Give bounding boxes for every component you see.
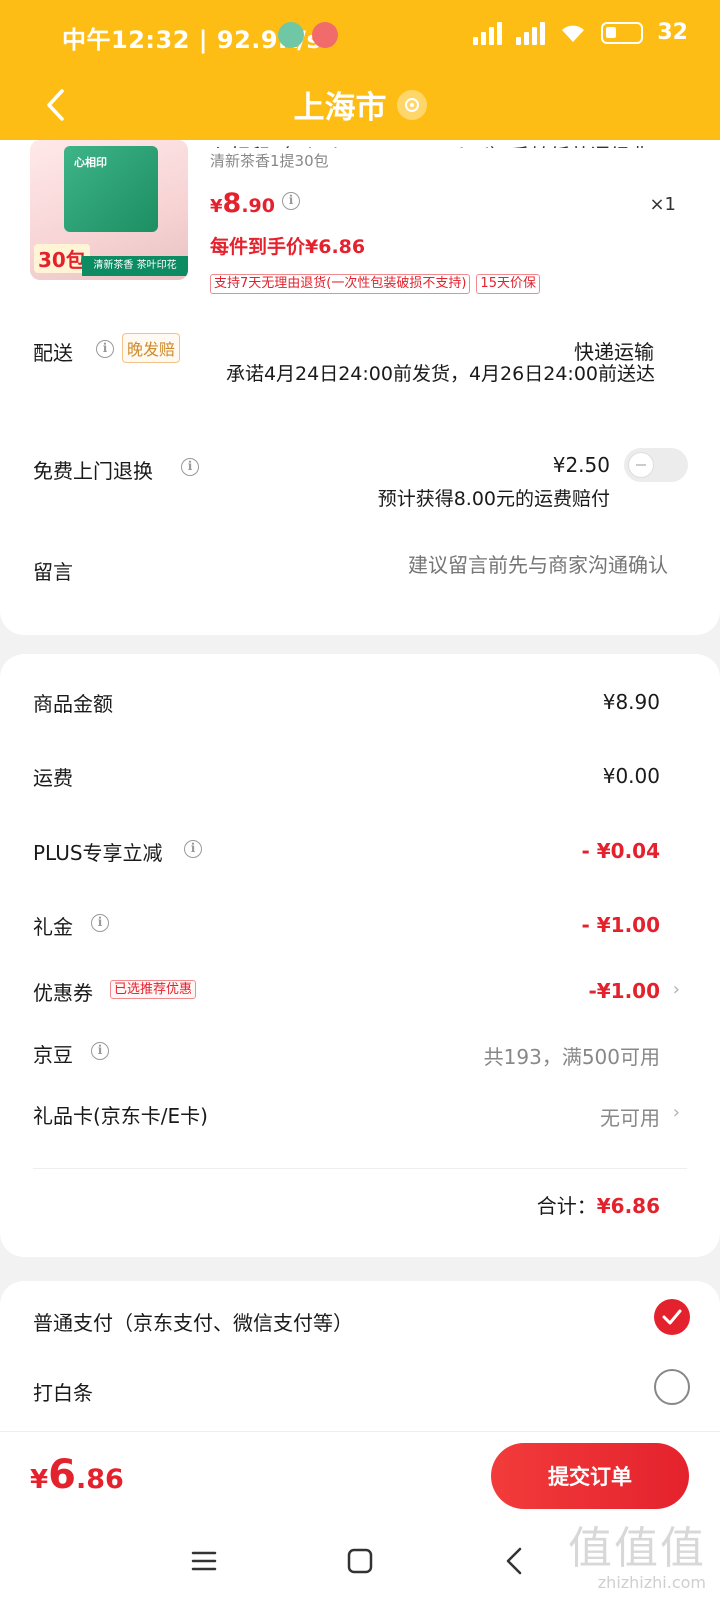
submit-order-button[interactable]: 提交订单 [491,1443,689,1509]
watermark-logo: 值值值 [568,1523,706,1574]
payment-option-label: 普通支付（京东支付、微信支付等） [33,1311,353,1335]
delivery-method[interactable]: 快递运输 [574,336,654,365]
checkout-total: ¥6.86 [30,1452,124,1498]
radio-unchecked-icon[interactable] [654,1369,690,1405]
jd-beans-label: 京豆 [33,1043,73,1067]
watermark-url: zhizhizhi.com [597,1573,706,1592]
back-triangle-icon[interactable] [492,1539,536,1583]
payment-option-normal[interactable]: 普通支付（京东支付、微信支付等） [0,1291,720,1351]
coupon-value: -¥1.00 [588,979,660,1003]
payment-option-label: 打白条 [33,1381,93,1405]
wifi-icon [562,25,585,42]
subtotal-value: ¥6.86 [596,1194,660,1218]
gift-money-label: 礼金 [33,915,73,939]
product-quantity: ×1 [649,194,676,215]
price-protection-tag: 15天价保 [476,274,540,294]
chevron-right-icon: › [672,979,680,1000]
delivery-label: 配送 [33,341,73,365]
battery-icon [601,21,644,44]
plus-discount-value: - ¥0.04 [581,839,660,863]
product-spec: 清新茶香1提30包 [210,152,329,170]
shipping-row: 运费 ¥0.00 [0,762,720,802]
return-policy-tag: 支持7天无理由退货(一次性包装破损不支持) [210,274,471,294]
divider [33,1168,687,1169]
app-notification-icon [312,22,338,48]
payment-method-card: 普通支付（京东支付、微信支付等） 打白条 [0,1281,720,1431]
status-bar: 中午12:32 | 92.9K/s 32 [0,0,720,70]
product-price: ¥8.90 [210,188,275,219]
gift-card-label: 礼品卡(京东卡/E卡) [33,1104,208,1128]
checkmark-icon[interactable] [654,1299,690,1335]
chevron-right-icon: › [672,1102,680,1123]
signal-icon-2 [516,21,546,45]
jd-beans-row: 京豆 i 共193，满500可用 [0,1039,720,1079]
late-compensation-badge: 晚发赔 [122,333,181,363]
free-return-price: ¥2.50 [552,453,610,477]
jd-beans-value: 共193，满500可用 [483,1045,660,1069]
gift-money-row: 礼金 i - ¥1.00 [0,911,720,951]
signal-icon [473,21,503,45]
checkout-bar: ¥6.86 提交订单 [0,1431,720,1521]
service-tags: 支持7天无理由退货(一次性包装破损不支持) 15天价保 [210,274,540,294]
page-title: 上海市 [293,90,387,126]
free-return-label: 免费上门退换 [33,459,153,483]
gift-card-row[interactable]: 礼品卡(京东卡/E卡) 无可用 › [0,1100,720,1140]
system-nav-bar: 值值值 zhizhizhi.com [0,1521,720,1600]
free-return-toggle[interactable] [624,448,688,482]
product-name[interactable]: 心相印（Mind Act Upon Mind）手帕纸茶语经典 [210,140,670,148]
product-image[interactable]: 心相印 30包 清新茶香 茶叶印花 [30,140,188,280]
coupon-row[interactable]: 优惠券 已选推荐优惠 -¥1.00 › [0,977,720,1017]
plus-discount-label: PLUS专享立减 [33,841,163,865]
unit-final-price: 每件到手价¥6.86 [210,236,366,258]
jd-beans-info-icon[interactable]: i [91,1042,109,1060]
product-image-brand: 心相印 [74,156,107,169]
message-label: 留言 [33,560,73,584]
delivery-promise: 承诺4月24日24:00前发货，4月26日24:00前送达 [225,363,655,385]
menu-icon[interactable] [182,1539,226,1583]
delivery-info-icon[interactable]: i [96,340,114,358]
free-return-info-icon[interactable]: i [181,458,199,476]
product-image-strip: 清新茶香 茶叶印花 [82,256,188,276]
gift-money-value: - ¥1.00 [581,913,660,937]
coupon-recommended-tag: 已选推荐优惠 [110,980,197,999]
location-pin-icon[interactable] [396,89,427,120]
free-return-compensation: 预计获得8.00元的运费赔付 [377,488,610,510]
shipping-value: ¥0.00 [602,764,660,788]
plus-discount-row: PLUS专享立减 i - ¥0.04 [0,837,720,877]
battery-level: 32 [657,20,688,45]
payment-option-baitiao[interactable]: 打白条 [0,1361,720,1421]
plus-info-icon[interactable]: i [184,840,202,858]
price-info-icon[interactable]: i [282,192,300,210]
gift-card-value: 无可用 [600,1106,660,1130]
goods-amount-value: ¥8.90 [602,690,660,714]
goods-amount-row: 商品金额 ¥8.90 [0,688,720,728]
home-icon[interactable] [338,1539,382,1583]
shipping-label: 运费 [33,766,73,790]
goods-amount-label: 商品金额 [33,692,113,716]
message-input[interactable] [350,553,668,577]
order-item-card: 心相印 30包 清新茶香 茶叶印花 心相印（Mind Act Upon Mind… [0,140,720,635]
coupon-label: 优惠券 [33,981,93,1005]
globe-icon [278,22,304,48]
subtotal: 合计：¥6.86 [537,1190,660,1219]
subtotal-label: 合计： [536,1194,597,1218]
gift-money-info-icon[interactable]: i [91,914,109,932]
nav-bar: 上海市 [0,70,720,140]
fee-summary-card: 商品金额 ¥8.90 运费 ¥0.00 PLUS专享立减 i - ¥0.04 礼… [0,654,720,1257]
watermark: 值值值 zhizhizhi.com [568,1523,706,1593]
status-notification-icons [278,22,338,48]
